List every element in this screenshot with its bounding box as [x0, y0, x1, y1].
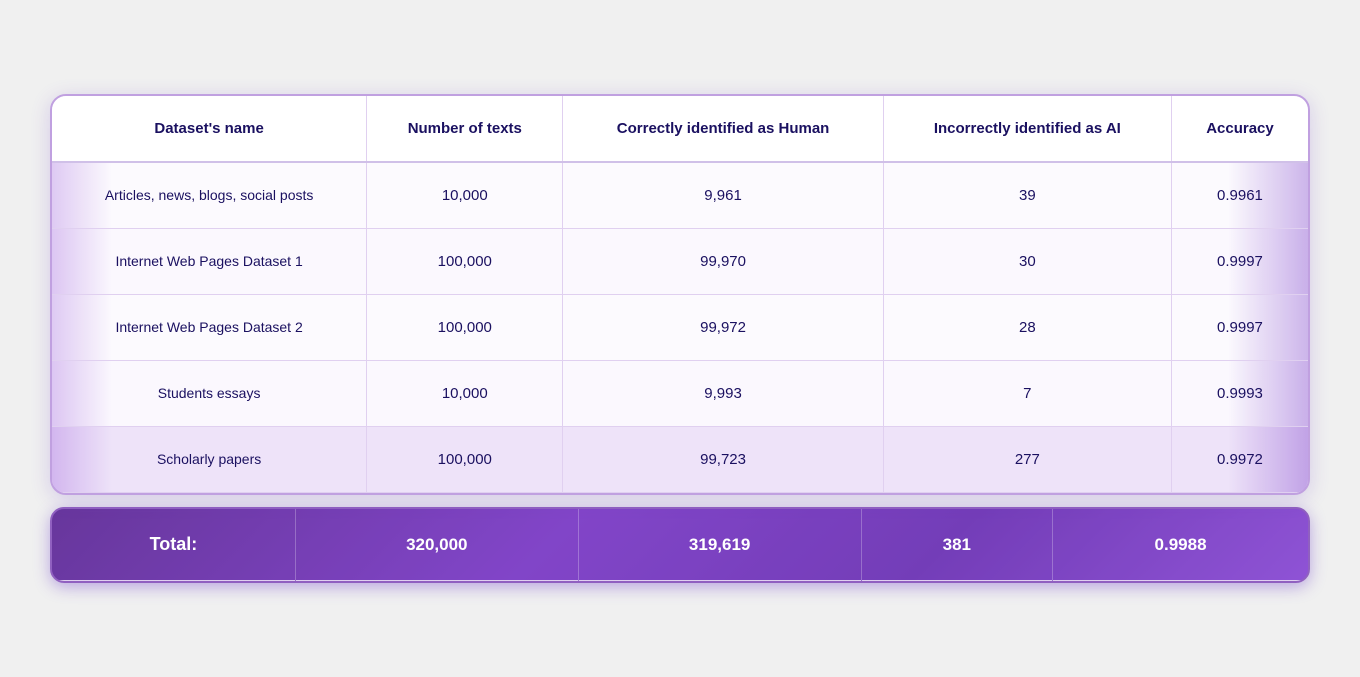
- cell-accuracy: 0.9961: [1171, 162, 1308, 229]
- cell-dataset-name: Internet Web Pages Dataset 1: [52, 229, 367, 295]
- col-number-texts: Number of texts: [367, 96, 563, 162]
- cell-accuracy: 0.9993: [1171, 361, 1308, 427]
- data-table: Dataset's name Number of texts Correctly…: [52, 96, 1308, 493]
- table-row: Students essays 10,000 9,993 7 0.9993: [52, 361, 1308, 427]
- total-table: Total: 320,000 319,619 381 0.9988: [52, 509, 1308, 581]
- table-row: Internet Web Pages Dataset 1 100,000 99,…: [52, 229, 1308, 295]
- table-row: Articles, news, blogs, social posts 10,0…: [52, 162, 1308, 229]
- cell-incorrect: 28: [883, 295, 1171, 361]
- cell-accuracy: 0.9997: [1171, 295, 1308, 361]
- cell-dataset-name: Internet Web Pages Dataset 2: [52, 295, 367, 361]
- table-row: Scholarly papers 100,000 99,723 277 0.99…: [52, 427, 1308, 493]
- cell-correct: 9,993: [563, 361, 883, 427]
- col-correctly-identified: Correctly identified as Human: [563, 96, 883, 162]
- total-incorrect: 381: [861, 509, 1053, 581]
- col-dataset-name: Dataset's name: [52, 96, 367, 162]
- total-count: 320,000: [295, 509, 578, 581]
- cell-dataset-name: Scholarly papers: [52, 427, 367, 493]
- cell-dataset-name: Articles, news, blogs, social posts: [52, 162, 367, 229]
- cell-count: 10,000: [367, 361, 563, 427]
- cell-accuracy: 0.9972: [1171, 427, 1308, 493]
- cell-count: 10,000: [367, 162, 563, 229]
- cell-incorrect: 7: [883, 361, 1171, 427]
- cell-correct: 99,972: [563, 295, 883, 361]
- total-row: Total: 320,000 319,619 381 0.9988: [52, 509, 1308, 581]
- data-table-card: Dataset's name Number of texts Correctly…: [50, 94, 1310, 495]
- cell-incorrect: 39: [883, 162, 1171, 229]
- cell-count: 100,000: [367, 295, 563, 361]
- cell-correct: 99,723: [563, 427, 883, 493]
- col-incorrectly-identified: Incorrectly identified as AI: [883, 96, 1171, 162]
- total-correct: 319,619: [578, 509, 861, 581]
- cell-count: 100,000: [367, 229, 563, 295]
- total-bar: Total: 320,000 319,619 381 0.9988: [50, 507, 1310, 583]
- table-header-row: Dataset's name Number of texts Correctly…: [52, 96, 1308, 162]
- outer-wrapper: Dataset's name Number of texts Correctly…: [30, 74, 1330, 603]
- cell-accuracy: 0.9997: [1171, 229, 1308, 295]
- cell-count: 100,000: [367, 427, 563, 493]
- cell-correct: 9,961: [563, 162, 883, 229]
- cell-incorrect: 30: [883, 229, 1171, 295]
- cell-incorrect: 277: [883, 427, 1171, 493]
- total-label: Total:: [52, 509, 295, 581]
- table-row: Internet Web Pages Dataset 2 100,000 99,…: [52, 295, 1308, 361]
- cell-correct: 99,970: [563, 229, 883, 295]
- col-accuracy: Accuracy: [1171, 96, 1308, 162]
- cell-dataset-name: Students essays: [52, 361, 367, 427]
- total-accuracy: 0.9988: [1053, 509, 1308, 581]
